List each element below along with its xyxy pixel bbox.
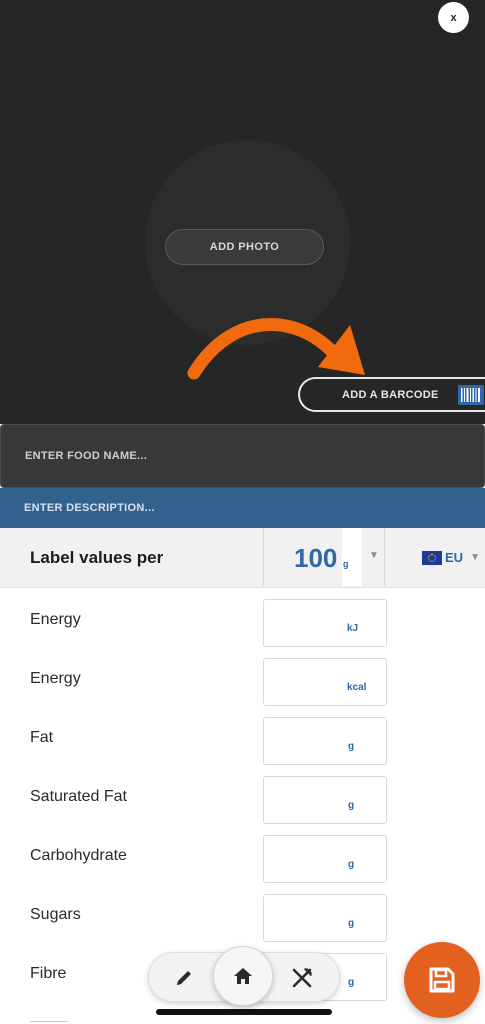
nutrient-row-carbohydrate: Carbohydrate g	[0, 831, 485, 890]
nutrient-label: Fat	[30, 729, 54, 746]
pencil-icon[interactable]	[167, 961, 201, 995]
nutrient-label: Energy	[30, 670, 81, 687]
nutrient-unit: g	[348, 741, 355, 752]
sugars-input[interactable]: g	[263, 894, 387, 942]
barcode-icon	[458, 385, 484, 405]
region-selector[interactable]: EU ▼	[422, 550, 480, 565]
add-barcode-label: ADD A BARCODE	[342, 388, 439, 401]
nutrient-unit: kcal	[347, 682, 367, 693]
description-input[interactable]: ENTER DESCRIPTION...	[0, 488, 485, 528]
close-button[interactable]: x	[438, 2, 469, 33]
photo-area: x ADD PHOTO ADD A BARCODE	[0, 0, 485, 424]
energy-kj-input[interactable]: kJ	[263, 599, 387, 647]
home-icon	[234, 968, 252, 984]
home-indicator	[156, 1009, 332, 1015]
carbohydrate-input[interactable]: g	[263, 835, 387, 883]
fork-knife-icon[interactable]	[285, 961, 319, 995]
divider	[30, 1021, 68, 1022]
nutrient-unit: g	[348, 977, 355, 988]
chevron-down-icon: ▼	[369, 550, 379, 561]
nutrient-row-sugars: Sugars g	[0, 890, 485, 949]
amount-highlight	[342, 528, 362, 586]
eu-flag-icon	[422, 550, 442, 565]
amount-unit: g	[343, 559, 349, 569]
region-label: EU	[445, 550, 464, 565]
saturated-fat-input[interactable]: g	[263, 776, 387, 824]
label-values-title: Label values per	[30, 548, 164, 567]
nutrient-row-energy-kj: Energy kJ	[0, 595, 485, 654]
energy-kcal-input[interactable]: kcal	[263, 658, 387, 706]
nutrient-row-saturated-fat: Saturated Fat g	[0, 772, 485, 831]
nutrient-label: Energy	[30, 611, 81, 628]
nutrient-unit: g	[348, 918, 355, 929]
food-name-input[interactable]: ENTER FOOD NAME...	[0, 424, 485, 488]
amount-selector[interactable]: 100 g ▼	[263, 528, 385, 586]
add-photo-button[interactable]: ADD PHOTO	[165, 229, 324, 265]
nutrient-unit: kJ	[347, 623, 359, 634]
nutrient-label: Fibre	[30, 965, 67, 982]
floppy-disk-icon	[429, 967, 455, 993]
amount-value: 100	[294, 543, 338, 573]
nutrient-row-fat: Fat g	[0, 713, 485, 772]
save-button[interactable]	[404, 942, 480, 1018]
nutrient-label: Saturated Fat	[30, 788, 127, 805]
nutrient-label: Sugars	[30, 906, 81, 923]
label-values-row: Label values per 100 g ▼ EU ▼	[0, 528, 485, 588]
chevron-down-icon: ▼	[470, 552, 480, 563]
fat-input[interactable]: g	[263, 717, 387, 765]
home-button[interactable]	[213, 946, 273, 1006]
nutrient-row-energy-kcal: Energy kcal	[0, 654, 485, 713]
nutrient-unit: g	[348, 800, 355, 811]
nutrient-unit: g	[348, 859, 355, 870]
add-barcode-button[interactable]: ADD A BARCODE	[298, 377, 485, 412]
nutrient-label: Carbohydrate	[30, 847, 127, 864]
